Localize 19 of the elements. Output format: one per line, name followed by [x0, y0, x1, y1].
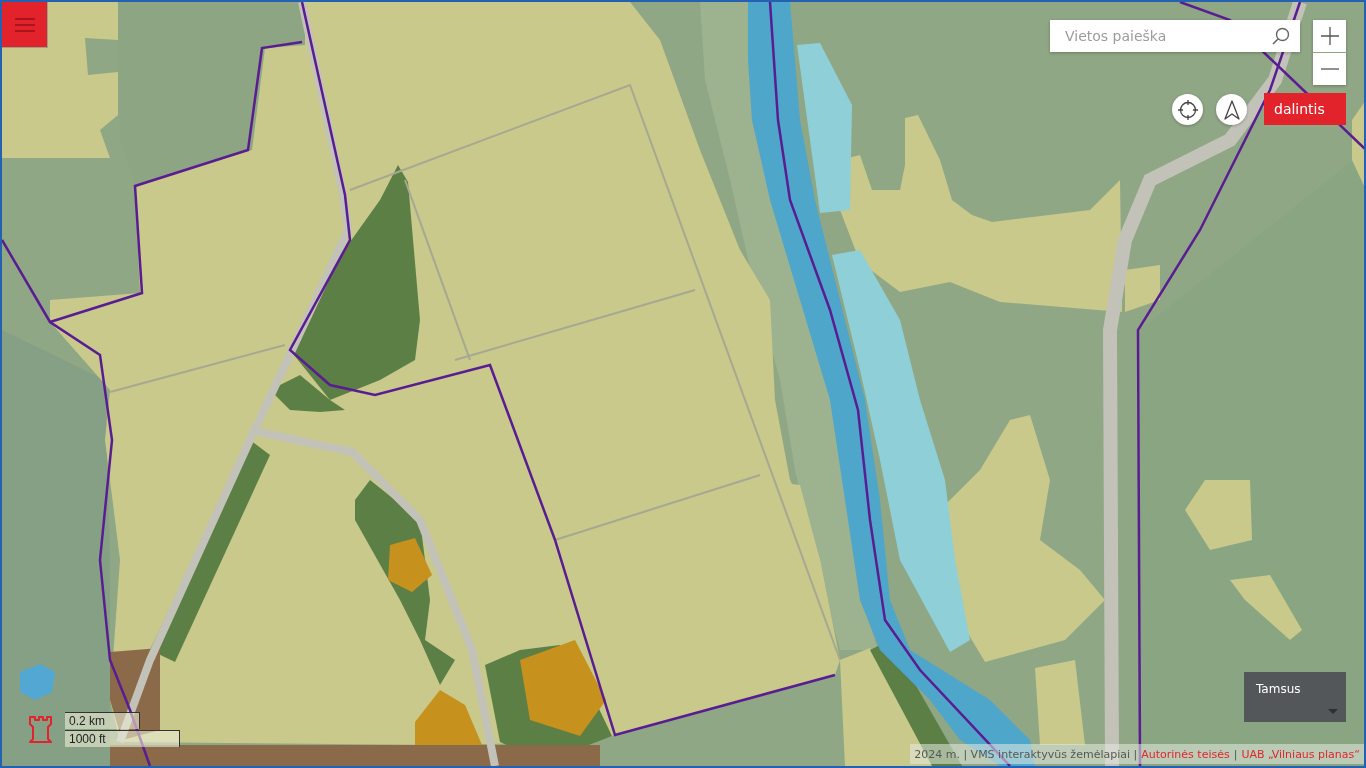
attribution-text: 2024 m. | VMS interaktyvūs žemėlapiai |	[914, 747, 1138, 761]
plus-icon	[1320, 27, 1339, 45]
zoom-out-button[interactable]	[1313, 53, 1346, 85]
share-button[interactable]: dalintis	[1264, 93, 1346, 125]
basemap-select[interactable]: Tamsus	[1244, 672, 1346, 722]
navigation-arrow-icon	[1223, 99, 1240, 120]
search-field[interactable]: Vietos paieška	[1050, 20, 1262, 52]
search-button[interactable]	[1262, 20, 1300, 52]
imperial-scale-bar: 1000 ft	[65, 730, 180, 747]
menu-icon	[14, 17, 35, 32]
caret-icon	[1328, 709, 1338, 714]
metric-scale-bar: 0.2 km	[65, 712, 140, 729]
crosshair-icon	[1177, 99, 1198, 120]
search-icon	[1272, 27, 1290, 45]
attribution-text: |	[1233, 747, 1238, 761]
attribution-link[interactable]: UAB „Vilniaus planas“	[1241, 747, 1360, 761]
minus-icon	[1320, 68, 1339, 70]
zoom-in-button[interactable]	[1313, 20, 1346, 52]
attribution-link[interactable]: Autorinės teisės	[1141, 747, 1230, 761]
